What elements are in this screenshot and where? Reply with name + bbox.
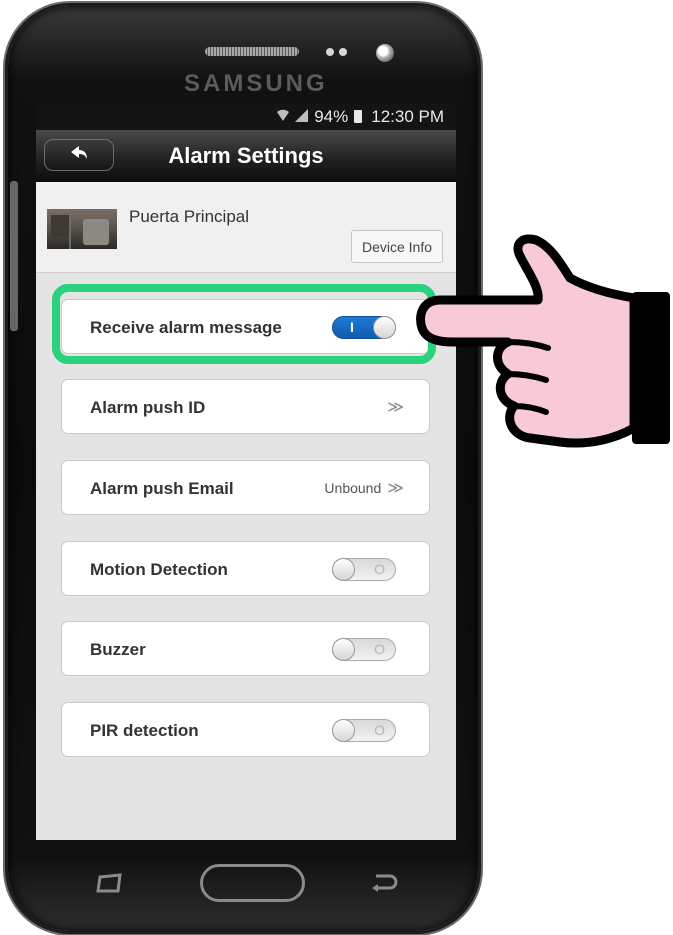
receive-alarm-toggle[interactable]: I <box>332 316 396 339</box>
page-title: Alarm Settings <box>168 143 324 168</box>
setting-label: PIR detection <box>90 721 199 740</box>
earpiece-speaker <box>205 47 299 56</box>
volume-key <box>10 181 18 331</box>
home-button[interactable] <box>200 864 305 902</box>
buzzer-toggle[interactable]: O <box>332 638 396 661</box>
battery-icon <box>354 110 363 123</box>
setting-label: Alarm push ID <box>90 398 206 417</box>
pir-detection-toggle[interactable]: O <box>332 719 396 742</box>
setting-row-receive-alarm[interactable]: Receive alarm message I <box>61 299 430 354</box>
toggle-knob <box>332 719 355 742</box>
chevron-right-icon: ≫ <box>387 399 404 416</box>
camera-thumbnail[interactable] <box>47 209 117 249</box>
recent-apps-icon[interactable] <box>94 870 124 896</box>
setting-row-motion-detection[interactable]: Motion Detection O <box>61 541 430 596</box>
cellular-signal-icon <box>295 108 309 125</box>
setting-row-push-id[interactable]: Alarm push ID ≫ <box>61 379 430 434</box>
toggle-knob <box>332 558 355 581</box>
device-header: Puerta Principal Device Info <box>36 182 456 273</box>
chevron-right-icon: ≫ <box>387 480 404 497</box>
setting-label: Receive alarm message <box>90 318 282 337</box>
setting-label: Buzzer <box>90 640 146 659</box>
toggle-on-mark: I <box>350 319 354 335</box>
app-screen: 94% 12:30 PM Alarm Settings Puerta Princ… <box>36 103 456 840</box>
toggle-knob <box>332 638 355 661</box>
setting-label: Motion Detection <box>90 560 228 579</box>
setting-label: Alarm push Email <box>90 479 234 498</box>
wifi-icon <box>277 109 290 125</box>
setting-row-push-email[interactable]: Alarm push Email Unbound ≫ <box>61 460 430 515</box>
pointing-hand-icon <box>416 234 670 448</box>
sensor-dot <box>339 48 347 56</box>
front-camera <box>376 44 394 62</box>
toggle-knob <box>373 316 396 339</box>
toggle-off-mark: O <box>374 722 385 738</box>
battery-percent: 94% <box>314 106 349 126</box>
sensor-dot <box>326 48 334 56</box>
toggle-off-mark: O <box>374 561 385 577</box>
brand-logo: SAMSUNG <box>184 70 328 97</box>
back-nav-icon[interactable] <box>368 870 398 896</box>
status-bar: 94% 12:30 PM <box>36 103 456 130</box>
email-status: Unbound <box>324 480 382 496</box>
device-name: Puerta Principal <box>129 207 250 226</box>
motion-detection-toggle[interactable]: O <box>332 558 396 581</box>
stage: SAMSUNG 94% 12:30 PM Alarm Settings Puer… <box>0 0 673 935</box>
clock: 12:30 PM <box>371 106 444 126</box>
toggle-off-mark: O <box>374 641 385 657</box>
setting-row-buzzer[interactable]: Buzzer O <box>61 621 430 676</box>
setting-row-pir-detection[interactable]: PIR detection O <box>61 702 430 757</box>
title-bar: Alarm Settings <box>36 130 456 182</box>
